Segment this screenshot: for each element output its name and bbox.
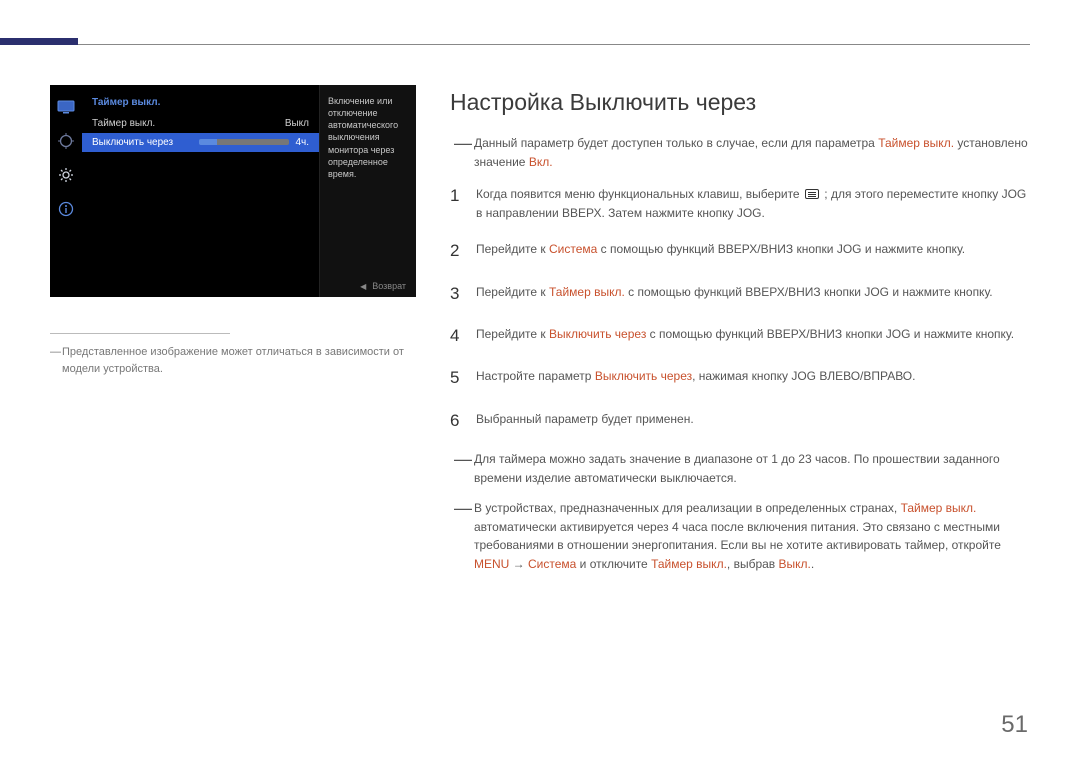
intro-note: ― Данный параметр будет доступен только … bbox=[450, 134, 1030, 171]
osd-row-value: Выкл bbox=[285, 118, 309, 129]
page-title: Настройка Выключить через bbox=[450, 89, 1030, 116]
footnote: ―Для таймера можно задать значение в диа… bbox=[450, 450, 1030, 487]
step-item: 3Перейдите к Таймер выкл. с помощью функ… bbox=[450, 281, 1030, 307]
osd-row-value: 4ч. bbox=[199, 137, 309, 148]
info-icon bbox=[57, 201, 75, 217]
header-accent-bar bbox=[0, 38, 78, 45]
image-disclaimer: ―Представленное изображение может отлича… bbox=[50, 344, 416, 377]
osd-row: Таймер выкл. Выкл bbox=[82, 114, 319, 133]
osd-mockup: Таймер выкл. Таймер выкл. Выкл Выключить… bbox=[50, 85, 416, 297]
footnote: ― В устройствах, предназначенных для реа… bbox=[450, 499, 1030, 573]
step-item: 5Настройте параметр Выключить через, наж… bbox=[450, 365, 1030, 391]
osd-row-selected: Выключить через 4ч. bbox=[82, 133, 319, 152]
osd-title: Таймер выкл. bbox=[82, 93, 319, 114]
osd-row-label: Выключить через bbox=[92, 137, 173, 148]
osd-back: ◀Возврат bbox=[360, 281, 406, 291]
menu-icon bbox=[805, 189, 819, 199]
target-icon bbox=[57, 133, 75, 149]
step-item: 2Перейдите к Система с помощью функций В… bbox=[450, 238, 1030, 264]
step-item: 6Выбранный параметр будет применен. bbox=[450, 408, 1030, 434]
step-item: 4Перейдите к Выключить через с помощью ф… bbox=[450, 323, 1030, 349]
osd-description: Включение или отключение автоматического… bbox=[319, 85, 416, 297]
osd-slider bbox=[199, 139, 289, 145]
monitor-icon bbox=[57, 99, 75, 115]
steps-list: 1Когда появится меню функциональных клав… bbox=[450, 183, 1030, 434]
osd-row-label: Таймер выкл. bbox=[92, 118, 155, 129]
step-item: 1Когда появится меню функциональных клав… bbox=[450, 183, 1030, 222]
back-triangle-icon: ◀ bbox=[360, 282, 366, 291]
page-number: 51 bbox=[1001, 711, 1028, 739]
gear-icon bbox=[57, 167, 75, 183]
